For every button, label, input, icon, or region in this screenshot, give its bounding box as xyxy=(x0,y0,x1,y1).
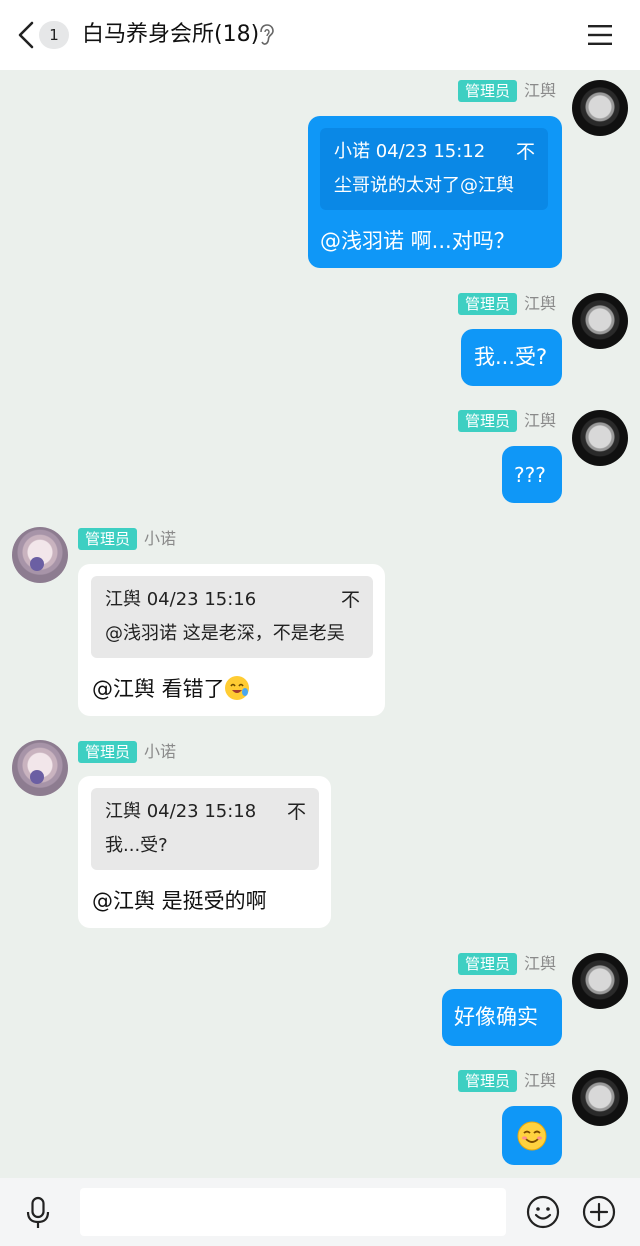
quoted-message[interactable]: 小诺 04/23 15:12 不 尘哥说的太对了@江舆 xyxy=(320,128,548,210)
avatar[interactable] xyxy=(572,80,628,136)
message-bubble[interactable]: 江舆 04/23 15:16 不 @浅羽诺 这是老深，不是老吴 @江舆 看错了 xyxy=(78,564,385,716)
message-text: ??? xyxy=(514,463,546,487)
sender-name: 小诺 xyxy=(144,529,177,548)
avatar[interactable] xyxy=(572,953,628,1009)
sender-name: 江舆 xyxy=(524,81,557,100)
avatar[interactable] xyxy=(572,410,628,466)
sender-name: 江舆 xyxy=(524,294,557,313)
emoji-icon[interactable] xyxy=(526,1195,560,1229)
message-text: 好像确实 xyxy=(454,1005,538,1029)
message-bubble[interactable]: 我...受? xyxy=(461,329,562,386)
avatar[interactable] xyxy=(12,527,68,583)
sender-name: 江舆 xyxy=(524,1071,557,1090)
chat-title: 白马养身会所(18) xyxy=(82,22,260,47)
message-bubble[interactable]: ??? xyxy=(502,446,562,503)
message-bubble[interactable]: 好像确实 xyxy=(442,989,562,1046)
quoted-message[interactable]: 江舆 04/23 15:16 不 @浅羽诺 这是老深，不是老吴 xyxy=(91,576,373,658)
message-text: @江舆 是挺受的啊 xyxy=(92,889,267,913)
message-text-content: @江舆 看错了 xyxy=(92,677,225,701)
smiling-face-emoji-icon xyxy=(517,1121,547,1151)
unread-count-badge: 1 xyxy=(39,21,69,49)
menu-icon[interactable] xyxy=(586,22,614,48)
message-bubble[interactable] xyxy=(502,1106,562,1165)
message-text: 我...受? xyxy=(474,345,548,369)
quote-meta: 江舆 04/23 15:18 xyxy=(105,801,257,822)
quote-jump[interactable]: 不 xyxy=(341,588,360,612)
quote-meta: 小诺 04/23 15:12 xyxy=(334,141,486,162)
input-bar xyxy=(0,1178,640,1246)
avatar[interactable] xyxy=(572,293,628,349)
message-input[interactable] xyxy=(80,1188,506,1236)
quoted-message[interactable]: 江舆 04/23 15:18 不 我...受? xyxy=(91,788,319,870)
role-badge: 管理员 xyxy=(458,410,518,432)
back-icon[interactable] xyxy=(14,20,38,50)
quote-text: 尘哥说的太对了@江舆 xyxy=(334,175,514,196)
laughing-emoji-icon xyxy=(224,676,249,700)
message-text: @浅羽诺 啊...对吗？ xyxy=(320,229,515,253)
sender-name: 江舆 xyxy=(524,954,557,973)
mic-icon[interactable] xyxy=(24,1196,52,1230)
ear-icon[interactable] xyxy=(258,24,276,46)
quote-meta: 江舆 04/23 15:16 xyxy=(105,589,257,610)
role-badge: 管理员 xyxy=(458,293,518,315)
avatar[interactable] xyxy=(572,1070,628,1126)
quote-jump[interactable]: 不 xyxy=(516,140,535,164)
message-text: @江舆 看错了 xyxy=(92,674,249,704)
role-badge: 管理员 xyxy=(458,80,518,102)
sender-name: 江舆 xyxy=(524,411,557,430)
quote-jump[interactable]: 不 xyxy=(287,800,306,824)
avatar[interactable] xyxy=(12,740,68,796)
quote-text: @浅羽诺 这是老深，不是老吴 xyxy=(105,623,345,644)
role-badge: 管理员 xyxy=(78,741,138,763)
message-bubble[interactable]: 小诺 04/23 15:12 不 尘哥说的太对了@江舆 @浅羽诺 啊...对吗？ xyxy=(308,116,562,268)
chat-header: 1 白马养身会所(18) xyxy=(0,0,640,70)
sender-name: 小诺 xyxy=(144,742,177,761)
role-badge: 管理员 xyxy=(458,953,518,975)
plus-icon[interactable] xyxy=(582,1195,616,1229)
message-bubble[interactable]: 江舆 04/23 15:18 不 我...受? @江舆 是挺受的啊 xyxy=(78,776,331,928)
role-badge: 管理员 xyxy=(458,1070,518,1092)
quote-text: 我...受? xyxy=(105,835,168,856)
role-badge: 管理员 xyxy=(78,528,138,550)
